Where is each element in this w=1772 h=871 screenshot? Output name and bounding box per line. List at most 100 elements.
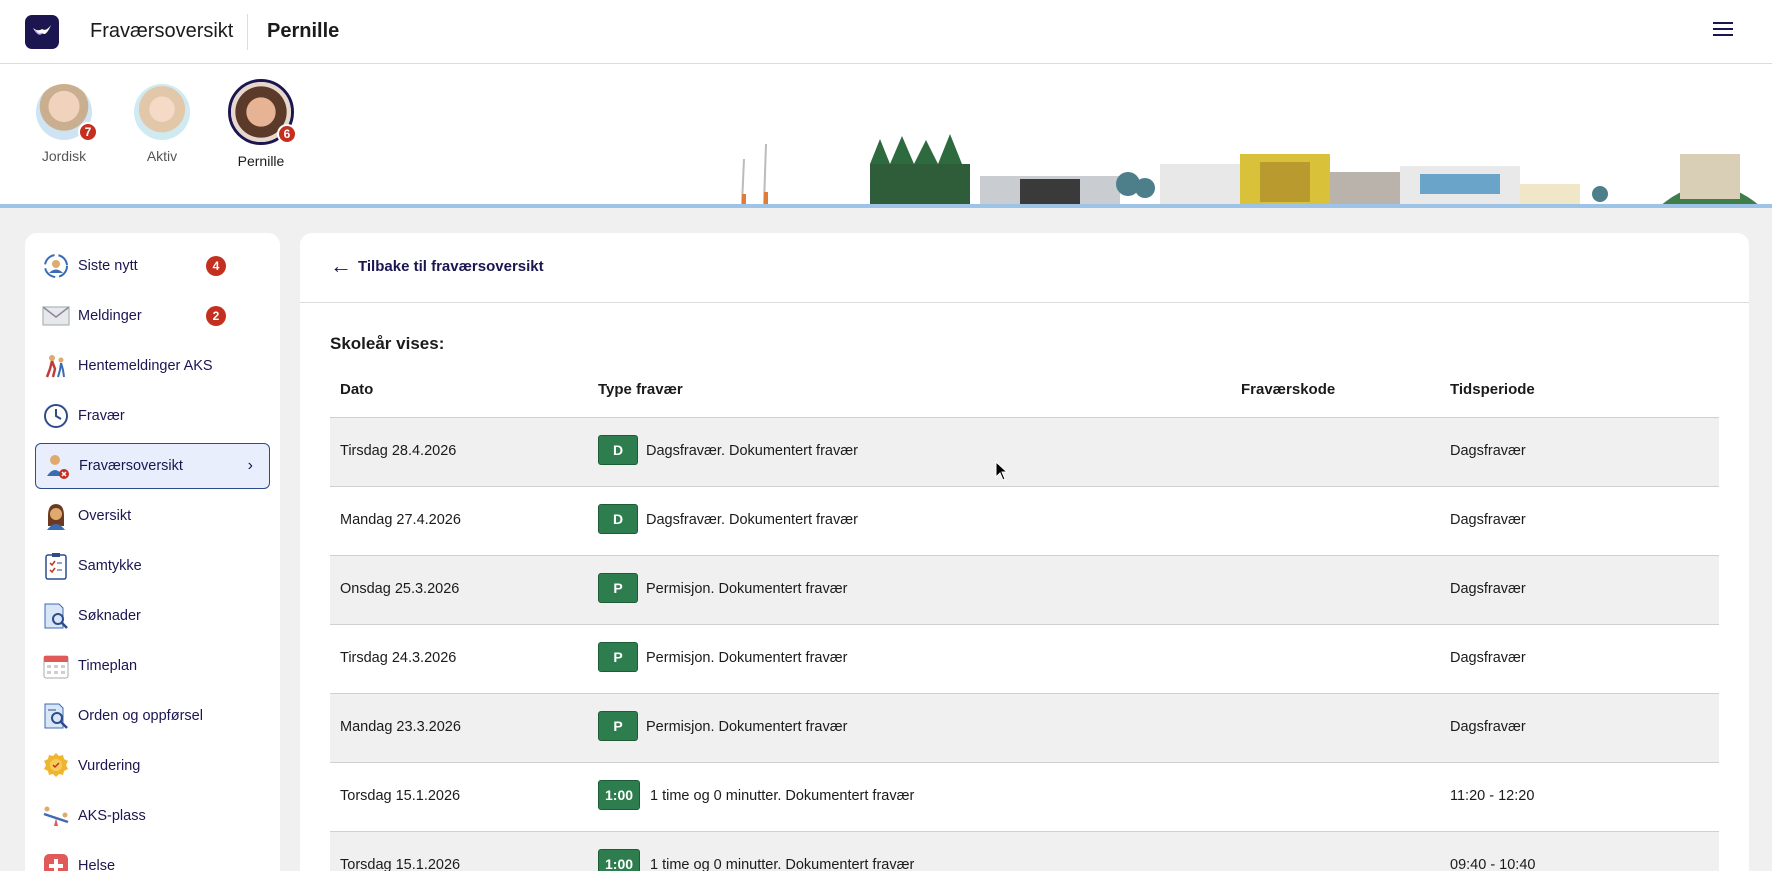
absence-code-tag: D [598, 504, 638, 534]
date-cell: Tirsdag 28.4.2026 [340, 443, 457, 459]
sidebar-item-label: Siste nytt [78, 258, 138, 274]
sidebar-item-label: Meldinger [78, 308, 142, 324]
sidebar-item-vurdering[interactable]: Vurdering [35, 743, 270, 789]
date-cell: Mandag 23.3.2026 [340, 719, 461, 735]
sidebar-item-meldinger[interactable]: Meldinger 2 [35, 293, 270, 339]
clock-icon [42, 402, 70, 430]
mouse-cursor-icon [995, 461, 1009, 481]
table-row[interactable]: Torsdag 15.1.2026 1:00 1 time og 0 minut… [330, 762, 1719, 831]
sidebar-item-label: Fravær [78, 408, 125, 424]
column-header-date: Dato [340, 381, 374, 398]
page-title: Fraværsoversikt [90, 20, 234, 42]
absence-code-tag: P [598, 642, 638, 672]
sidebar-item-fravaersoversikt[interactable]: Fraværsoversikt › [35, 443, 270, 489]
table-row[interactable]: Onsdag 25.3.2026 P Permisjon. Dokumenter… [330, 555, 1719, 624]
notification-badge: 7 [78, 122, 98, 142]
date-cell: Torsdag 15.1.2026 [340, 857, 461, 871]
period-cell: Dagsfravær [1450, 719, 1526, 735]
absence-overview-icon [43, 452, 71, 480]
chevron-right-icon: › [247, 457, 253, 474]
sidebar-item-helse[interactable]: Helse [35, 843, 270, 871]
seesaw-icon [42, 802, 70, 830]
sidebar-item-label: Vurdering [78, 758, 141, 774]
period-cell: 09:40 - 10:40 [1450, 857, 1536, 871]
pickup-icon [42, 352, 70, 380]
envelope-icon [42, 302, 70, 330]
sidebar-item-siste-nytt[interactable]: Siste nytt 4 [35, 243, 270, 289]
app-logo[interactable] [25, 15, 59, 49]
arrow-left-icon: ← [330, 253, 352, 278]
sidebar-item-label: Søknader [78, 608, 141, 624]
unread-count-badge: 2 [206, 306, 226, 326]
unread-count-badge: 4 [206, 256, 226, 276]
absence-type-text: 1 time og 0 minutter. Dokumentert fravær [650, 788, 915, 804]
absence-code-tag: P [598, 573, 638, 603]
child-aktiv[interactable]: Aktiv [122, 84, 202, 164]
absence-code-tag: 1:00 [598, 849, 641, 871]
absence-code-tag: D [598, 435, 638, 465]
city-skyline-illustration [720, 134, 1772, 208]
sidebar-item-label: AKS-plass [78, 808, 146, 824]
sidebar-item-label: Timeplan [78, 658, 138, 674]
table-row[interactable]: Mandag 23.3.2026 P Permisjon. Dokumenter… [330, 693, 1719, 762]
main-content: ← Tilbake til fraværsoversikt Skoleår vi… [300, 233, 1749, 871]
sidebar-item-label: Orden og oppførsel [78, 708, 203, 724]
period-cell: 11:20 - 12:20 [1450, 788, 1535, 804]
top-bar: Fraværsoversikt Pernille [0, 0, 1772, 64]
overview-icon [42, 502, 70, 530]
absence-type-text: Permisjon. Dokumentert fravær [646, 719, 848, 735]
selected-child-name: Pernille [267, 20, 340, 42]
child-jordisk[interactable]: 7 Jordisk [24, 84, 104, 164]
child-selector-banner: 7 Jordisk Aktiv 6 Pernille [0, 64, 1772, 208]
divider [300, 302, 1749, 303]
sidebar-item-timeplan[interactable]: Timeplan [35, 643, 270, 689]
news-icon [42, 252, 70, 280]
conduct-icon [42, 702, 70, 730]
child-name-label: Jordisk [41, 148, 87, 164]
clipboard-icon [42, 552, 70, 580]
date-cell: Mandag 27.4.2026 [340, 512, 461, 528]
back-link-label: Tilbake til fraværsoversikt [358, 257, 544, 275]
sidebar-item-fravaer[interactable]: Fravær [35, 393, 270, 439]
hamburger-menu-icon[interactable] [1713, 22, 1733, 40]
school-year-label: Skoleår vises: [330, 334, 445, 353]
sidebar-item-soknader[interactable]: Søknader [35, 593, 270, 639]
column-header-period: Tidsperiode [1450, 381, 1535, 398]
date-cell: Onsdag 25.3.2026 [340, 581, 460, 597]
sidebar-item-oversikt[interactable]: Oversikt [35, 493, 270, 539]
avatar: 6 [228, 79, 297, 145]
child-pernille[interactable]: 6 Pernille [221, 79, 301, 169]
header-divider [247, 14, 248, 50]
period-cell: Dagsfravær [1450, 443, 1526, 459]
child-name-label: Aktiv [146, 148, 178, 164]
table-row[interactable]: Tirsdag 28.4.2026 D Dagsfravær. Dokument… [330, 417, 1719, 486]
date-cell: Tirsdag 24.3.2026 [340, 650, 457, 666]
application-search-icon [42, 602, 70, 630]
table-row[interactable]: Torsdag 15.1.2026 1:00 1 time og 0 minut… [330, 831, 1719, 871]
calendar-icon [42, 652, 70, 680]
back-link[interactable]: ← Tilbake til fraværsoversikt [330, 255, 544, 277]
date-cell: Torsdag 15.1.2026 [340, 788, 461, 804]
sidebar-item-aks-plass[interactable]: AKS-plass [35, 793, 270, 839]
absence-type-text: 1 time og 0 minutter. Dokumentert fravær [650, 857, 915, 871]
table-row[interactable]: Tirsdag 24.3.2026 P Permisjon. Dokumente… [330, 624, 1719, 693]
table-row[interactable]: Mandag 27.4.2026 D Dagsfravær. Dokumente… [330, 486, 1719, 555]
sidebar-item-hentemeldinger-aks[interactable]: Hentemeldinger AKS [35, 343, 270, 389]
absence-type-text: Permisjon. Dokumentert fravær [646, 581, 848, 597]
sidebar-item-label: Oversikt [78, 508, 132, 524]
avatar: 7 [36, 84, 98, 142]
sidebar-item-label: Helse [78, 858, 116, 871]
child-name-label: Pernille [237, 153, 285, 169]
absence-type-text: Dagsfravær. Dokumentert fravær [646, 512, 858, 528]
health-icon [42, 852, 70, 871]
sidebar-navigation: Siste nytt 4 Meldinger 2 Hentemeldinger … [25, 233, 280, 871]
sidebar-item-label: Hentemeldinger AKS [78, 358, 213, 374]
medal-icon [42, 752, 70, 780]
absence-code-tag: P [598, 711, 638, 741]
sidebar-item-samtykke[interactable]: Samtykke [35, 543, 270, 589]
sidebar-item-label: Fraværsoversikt [79, 458, 183, 474]
banner-divider [0, 204, 1772, 208]
column-header-type: Type fravær [598, 381, 683, 398]
sidebar-item-orden-og-oppforsel[interactable]: Orden og oppførsel [35, 693, 270, 739]
sidebar-item-label: Samtykke [78, 558, 142, 574]
